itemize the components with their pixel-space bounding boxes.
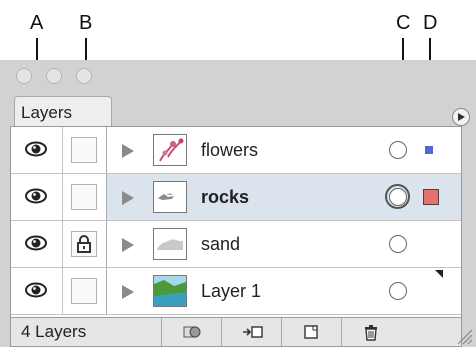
lock-toggle[interactable] — [63, 221, 107, 267]
lock-toggle[interactable] — [63, 268, 107, 314]
visibility-toggle[interactable] — [11, 174, 63, 220]
layer-thumbnail — [153, 181, 187, 213]
layer-row-sand[interactable]: sand — [11, 221, 461, 268]
disclosure-triangle-icon[interactable] — [121, 237, 135, 253]
panel-menu-button[interactable] — [452, 108, 470, 126]
lock-toggle[interactable] — [63, 174, 107, 220]
create-sublayer-button[interactable] — [221, 318, 281, 346]
minimize-window-button[interactable] — [46, 68, 62, 84]
create-sublayer-icon — [243, 326, 263, 338]
lock-toggle[interactable] — [63, 127, 107, 173]
close-window-button[interactable] — [16, 68, 32, 84]
callout-label-a: A — [30, 12, 44, 34]
layer-thumbnail — [153, 228, 187, 260]
disclosure-triangle-icon[interactable] — [121, 190, 135, 206]
visibility-toggle[interactable] — [11, 221, 63, 267]
eye-icon — [25, 188, 47, 204]
layer-name[interactable]: Layer 1 — [201, 281, 261, 302]
layers-panel: flowers rocks sand Layer 1 — [10, 126, 462, 318]
selection-square-icon[interactable] — [423, 189, 439, 205]
lock-icon — [77, 235, 91, 253]
disclosure-triangle-icon[interactable] — [121, 284, 135, 300]
eye-icon — [25, 141, 47, 157]
trash-icon — [365, 325, 377, 341]
target-circle-icon[interactable] — [389, 141, 407, 159]
create-layer-button[interactable] — [281, 318, 341, 346]
panel-menu-arrow-icon — [458, 113, 465, 121]
selected-art-indicator-icon — [435, 270, 443, 278]
eye-icon — [25, 235, 47, 251]
resize-grip-icon[interactable] — [452, 318, 474, 346]
layer-thumbnail — [153, 134, 187, 166]
selection-square-icon[interactable] — [425, 146, 433, 154]
layer-thumbnail — [153, 275, 187, 307]
target-circle-icon[interactable] — [389, 282, 407, 300]
layer-name[interactable]: sand — [201, 234, 240, 255]
disclosure-triangle-icon[interactable] — [121, 143, 135, 159]
callout-label-b: B — [79, 12, 93, 34]
layer-1-thumbnail-art — [154, 276, 186, 306]
layer-count: 4 Layers — [21, 322, 87, 341]
rocks-thumbnail-art — [158, 193, 174, 200]
tab-layers-label: Layers — [21, 103, 73, 122]
callout-label-d: D — [423, 12, 438, 34]
make-clipping-mask-button[interactable] — [161, 318, 221, 346]
make-clipping-mask-icon — [183, 326, 201, 338]
target-circle-icon[interactable] — [389, 235, 407, 253]
create-layer-icon — [304, 325, 318, 339]
tab-layers[interactable]: Layers — [14, 96, 112, 126]
flowers-thumbnail-art — [159, 138, 184, 162]
layer-row-rocks[interactable]: rocks — [11, 174, 461, 221]
layer-name[interactable]: rocks — [201, 187, 249, 208]
layer-row-flowers[interactable]: flowers — [11, 127, 461, 174]
callout-label-c: C — [396, 12, 411, 34]
visibility-toggle[interactable] — [11, 268, 63, 314]
delete-layer-button[interactable] — [341, 318, 401, 346]
zoom-window-button[interactable] — [76, 68, 92, 84]
eye-icon — [25, 282, 47, 298]
panel-status-bar: 4 Layers — [10, 318, 462, 347]
sand-thumbnail-art — [157, 239, 183, 250]
layer-name[interactable]: flowers — [201, 140, 258, 161]
target-circle-icon[interactable] — [385, 184, 410, 209]
visibility-toggle[interactable] — [11, 127, 63, 173]
layer-row-layer-1[interactable]: Layer 1 — [11, 268, 461, 315]
